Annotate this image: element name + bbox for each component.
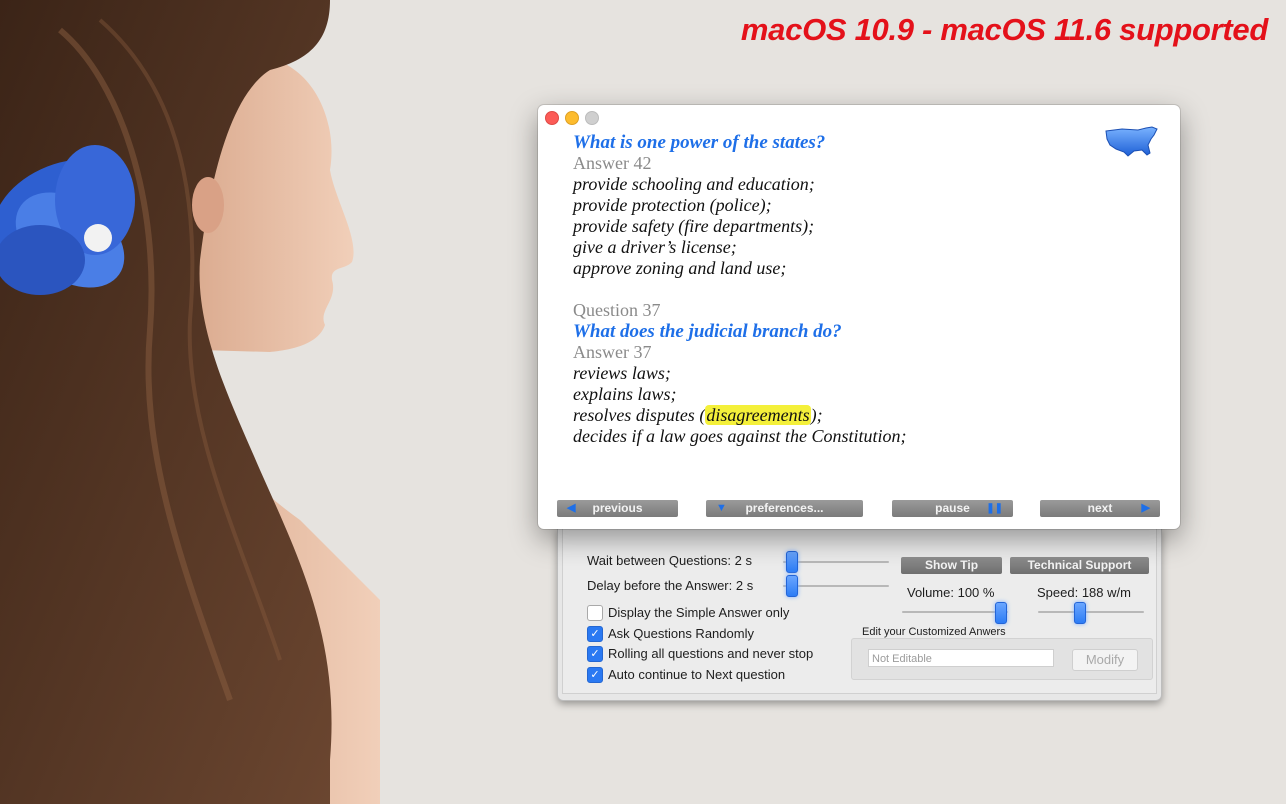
preferences-label: preferences... [745,501,824,515]
auto-continue-checkbox[interactable]: ✓ [587,667,603,683]
question-content: What is one power of the states? Answer … [573,132,906,447]
rolling-checkbox[interactable]: ✓ [587,646,603,662]
wait-slider[interactable] [783,561,889,563]
simple-answer-checkbox[interactable] [587,605,603,621]
speed-label: Speed: 188 w/m [1037,585,1131,600]
previous-button[interactable]: ◀ previous [557,500,678,517]
answer-line: provide safety (fire departments); [573,216,815,236]
volume-slider[interactable] [902,611,1008,613]
close-button[interactable] [545,111,559,125]
question-text: What does the judicial branch do? [573,321,842,342]
answer-line-highlighted: resolves disputes (disagreements); [573,405,906,426]
answer-line: reviews laws; [573,363,671,383]
text-after: ); [810,405,823,425]
answer-line: give a driver’s license; [573,237,737,257]
next-button[interactable]: next ▶ [1040,500,1160,517]
preferences-button[interactable]: ▼ preferences... [706,500,863,517]
pause-icon: ❚❚ [986,503,1003,514]
auto-continue-label: Auto continue to Next question [608,667,786,682]
speed-slider[interactable] [1038,611,1144,613]
quiz-window: What is one power of the states? Answer … [538,105,1180,529]
answer-line: decides if a law goes against the Consti… [573,426,907,446]
question-number: Question 37 [573,300,661,320]
random-label: Ask Questions Randomly [608,626,754,641]
spoken-word-highlight: disagreements [705,405,811,425]
supported-os-banner: macOS 10.9 - macOS 11.6 supported [740,12,1268,47]
us-map-icon [1105,126,1158,157]
answer-line: provide protection (police); [573,195,772,215]
volume-slider-knob[interactable] [995,602,1007,624]
answer-line: approve zoning and land use; [573,258,787,278]
volume-label: Volume: 100 % [907,585,995,600]
delay-slider[interactable] [783,585,889,587]
previous-label: previous [592,501,643,515]
wait-label: Wait between Questions: 2 s [587,553,752,568]
answer-line: provide schooling and education; [573,174,815,194]
answer-number: Answer 42 [573,153,652,173]
left-arrow-icon: ◀ [567,502,576,514]
pause-label: pause [935,501,970,515]
modify-button[interactable]: Modify [1072,649,1138,671]
answer-line: explains laws; [573,384,677,404]
preferences-drawer: Wait between Questions: 2 s Delay before… [557,528,1162,701]
rolling-label: Rolling all questions and never stop [608,646,814,661]
wait-slider-knob[interactable] [786,551,798,573]
technical-support-button[interactable]: Technical Support [1010,557,1149,574]
next-label: next [1087,501,1113,515]
speed-slider-knob[interactable] [1074,602,1086,624]
minimize-button[interactable] [565,111,579,125]
custom-answer-field[interactable]: Not Editable [868,649,1054,667]
right-arrow-icon: ▶ [1141,502,1150,514]
random-checkbox[interactable]: ✓ [587,626,603,642]
show-tip-button[interactable]: Show Tip [901,557,1002,574]
zoom-button[interactable] [585,111,599,125]
text-before: resolves disputes ( [573,405,706,425]
edit-answers-box: Not Editable Modify [851,638,1153,680]
pause-button[interactable]: pause ❚❚ [892,500,1013,517]
question-text: What is one power of the states? [573,132,826,153]
delay-label: Delay before the Answer: 2 s [587,578,754,593]
edit-heading: Edit your Customized Anwers [862,626,1006,638]
background-photo [0,0,520,804]
down-arrow-icon: ▼ [716,502,727,514]
answer-number: Answer 37 [573,342,652,362]
simple-answer-label: Display the Simple Answer only [608,605,790,620]
delay-slider-knob[interactable] [786,575,798,597]
